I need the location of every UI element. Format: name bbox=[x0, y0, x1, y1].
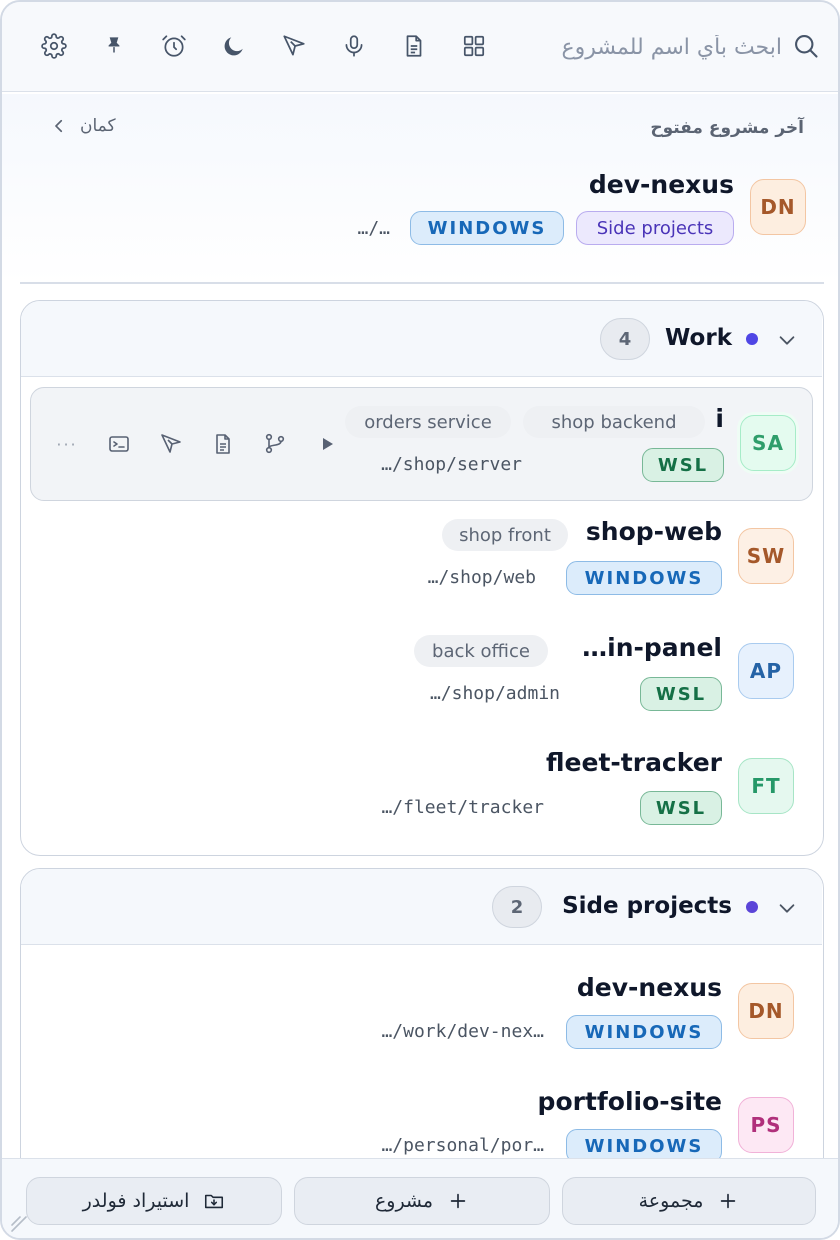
terminal-icon[interactable] bbox=[103, 428, 135, 460]
project-name: …in-panel bbox=[582, 633, 722, 662]
chevron-down-icon[interactable] bbox=[776, 897, 798, 919]
project-tag: back office bbox=[414, 635, 548, 667]
project-tag: shop front bbox=[442, 519, 568, 551]
search-input[interactable] bbox=[512, 26, 782, 68]
avatar: DN bbox=[750, 179, 806, 235]
project-name: dev-nexus bbox=[588, 170, 734, 199]
new-project-label: مشروع bbox=[374, 1190, 434, 1212]
divider bbox=[20, 282, 824, 284]
project-row[interactable]: SW shop-web shop front WINDOWS …/shop/we… bbox=[21, 501, 822, 615]
import-folder-button[interactable]: استيراد فولدر bbox=[26, 1177, 282, 1225]
footer: استيراد فولدر مشروع مجموعة bbox=[2, 1158, 838, 1238]
project-path: …/shop/web bbox=[427, 567, 536, 588]
plus-icon bbox=[450, 1193, 466, 1209]
avatar: FT bbox=[738, 758, 794, 814]
platform-badge: WINDOWS bbox=[410, 211, 564, 245]
platform-badge: WINDOWS bbox=[566, 1015, 722, 1049]
alarm-clock-icon[interactable] bbox=[158, 30, 190, 62]
project-row[interactable]: AP …in-panel back office WSL …/shop/admi… bbox=[21, 615, 822, 729]
search-icon bbox=[792, 32, 822, 62]
group-side-projects: Side projects 2 DN dev-nexus WINDOWS …/w… bbox=[20, 868, 824, 1208]
platform-badge: WSL bbox=[640, 791, 722, 825]
avatar: SW bbox=[738, 528, 794, 584]
new-group-button[interactable]: مجموعة bbox=[562, 1177, 816, 1225]
chevron-down-icon[interactable] bbox=[776, 329, 798, 351]
avatar: SA bbox=[740, 415, 796, 471]
group-color-dot bbox=[746, 901, 758, 913]
project-path: …/… bbox=[357, 218, 390, 239]
project-name: portfolio-site bbox=[537, 1087, 722, 1116]
document-icon[interactable] bbox=[398, 30, 430, 62]
group-header[interactable]: Work 4 bbox=[21, 301, 822, 377]
group-work: Work 4 ··· SA i shop backend orders serv… bbox=[20, 300, 824, 856]
project-name: i bbox=[715, 404, 724, 433]
more-label: كمان bbox=[80, 116, 116, 136]
more-link[interactable]: كمان bbox=[50, 116, 116, 136]
microphone-icon[interactable] bbox=[338, 30, 370, 62]
app-window: آخر مشروع مفتوح كمان DN dev-nexus Side p… bbox=[0, 0, 840, 1240]
project-path: …/fleet/tracker bbox=[381, 797, 544, 818]
platform-badge: WSL bbox=[640, 677, 722, 711]
project-row[interactable]: FT fleet-tracker WSL …/fleet/tracker bbox=[21, 729, 822, 843]
recent-project-title: آخر مشروع مفتوح bbox=[650, 118, 804, 138]
project-row[interactable]: DN dev-nexus WINDOWS …/work/dev-nex… bbox=[21, 953, 822, 1067]
group-title: Side projects bbox=[562, 893, 732, 919]
more-icon[interactable]: ··· bbox=[51, 428, 83, 460]
grid-icon[interactable] bbox=[458, 30, 490, 62]
git-branch-icon[interactable] bbox=[259, 428, 291, 460]
group-color-dot bbox=[746, 333, 758, 345]
group-header[interactable]: Side projects 2 bbox=[21, 869, 822, 945]
pin-icon[interactable] bbox=[98, 30, 130, 62]
folder-import-icon bbox=[205, 1194, 224, 1209]
import-folder-label: استيراد فولدر bbox=[82, 1190, 190, 1212]
toolbar bbox=[2, 2, 838, 92]
project-row[interactable]: ··· SA i shop backend orders service WSL… bbox=[30, 387, 813, 501]
new-group-label: مجموعة bbox=[638, 1190, 704, 1212]
resize-grip-icon[interactable] bbox=[10, 1215, 28, 1233]
avatar: DN bbox=[738, 983, 794, 1039]
project-path: …/shop/server bbox=[381, 454, 522, 475]
project-tag: shop backend bbox=[523, 406, 705, 438]
count-badge: 4 bbox=[600, 318, 650, 360]
document-icon[interactable] bbox=[207, 428, 239, 460]
project-name: fleet-tracker bbox=[546, 748, 722, 777]
send-icon[interactable] bbox=[278, 30, 310, 62]
project-tag: orders service bbox=[345, 406, 511, 438]
avatar: PS bbox=[738, 1097, 794, 1153]
platform-badge: WSL bbox=[642, 448, 724, 482]
project-name: shop-web bbox=[585, 517, 722, 546]
gear-icon[interactable] bbox=[38, 30, 70, 62]
group-title: Work bbox=[665, 325, 732, 351]
platform-badge: WINDOWS bbox=[566, 561, 722, 595]
count-badge: 2 bbox=[492, 886, 542, 928]
recent-project-section: آخر مشروع مفتوح كمان DN dev-nexus Side p… bbox=[2, 94, 838, 284]
project-path: …/personal/por… bbox=[381, 1135, 544, 1156]
plus-icon bbox=[721, 1193, 736, 1209]
play-icon[interactable] bbox=[311, 428, 343, 460]
project-name: dev-nexus bbox=[576, 973, 722, 1002]
new-project-button[interactable]: مشروع bbox=[294, 1177, 550, 1225]
group-badge: Side projects bbox=[576, 211, 734, 245]
project-path: …/work/dev-nex… bbox=[381, 1021, 544, 1042]
moon-icon[interactable] bbox=[218, 30, 250, 62]
send-icon[interactable] bbox=[155, 428, 187, 460]
row-actions: ··· bbox=[51, 428, 363, 460]
avatar: AP bbox=[738, 643, 794, 699]
project-path: …/shop/admin bbox=[429, 683, 560, 704]
chevron-left-icon bbox=[55, 119, 63, 133]
